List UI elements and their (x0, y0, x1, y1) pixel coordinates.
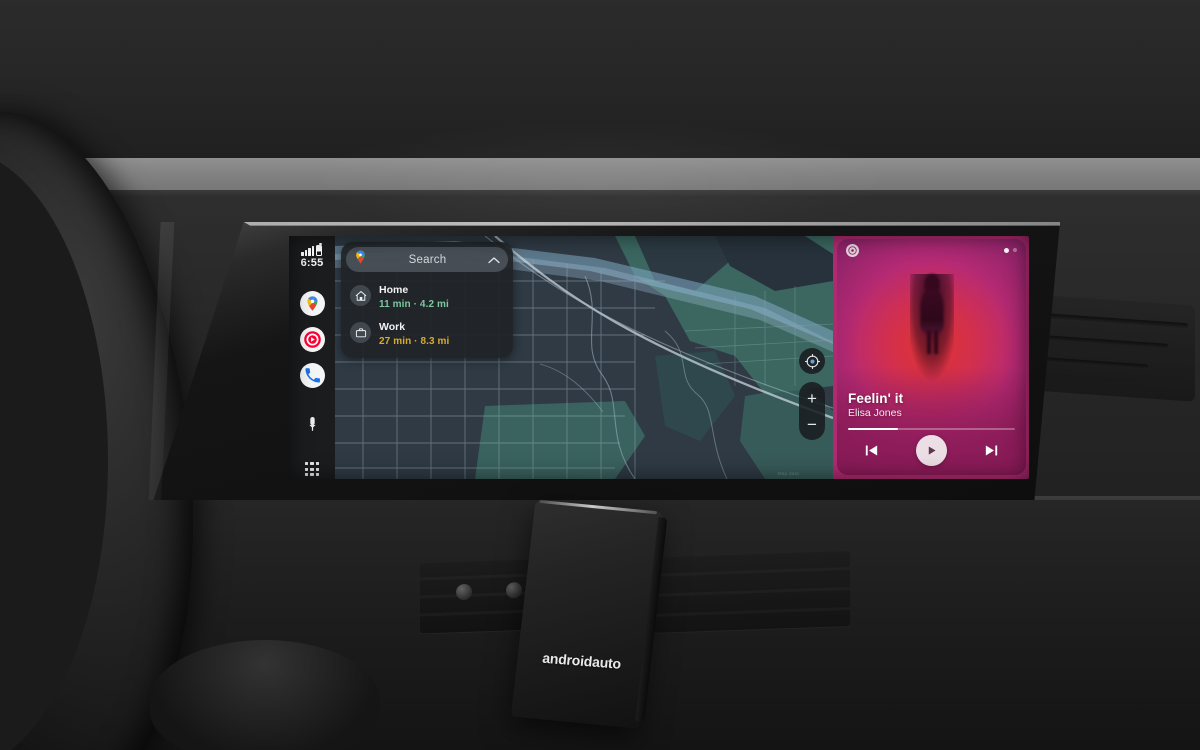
search-input[interactable]: Search (346, 247, 508, 272)
app-sidebar: 6:55 (289, 236, 335, 479)
app-rail (299, 291, 325, 477)
destination-eta: 11 min · 4.2 mi (379, 299, 449, 310)
phone-mount: androidauto (510, 499, 668, 729)
skip-next-icon[interactable] (983, 442, 1000, 459)
playback-progress-fill (848, 427, 899, 430)
youtube-music-app-icon[interactable] (299, 327, 325, 352)
briefcase-icon (350, 322, 371, 343)
zoom-in-button[interactable]: + (799, 386, 825, 410)
android-auto-logo-suffix: auto (591, 653, 622, 672)
play-icon[interactable] (916, 434, 947, 466)
map-attribution: Map data (777, 471, 799, 476)
status-bar-icons (301, 243, 323, 256)
destination-row-home[interactable]: Home 11 min · 4.2 mi (346, 277, 508, 314)
map-panel[interactable]: Map data + − Search Home 11 min · 4.2 mi… (335, 236, 833, 479)
destination-name: Work (379, 321, 406, 333)
app-grid-icon[interactable] (304, 462, 320, 477)
track-info: Feelin' it Elisa Jones (848, 391, 1015, 419)
media-panel: Feelin' it Elisa Jones (833, 236, 1029, 479)
microphone-icon[interactable] (299, 411, 325, 437)
android-auto-screen: 6:55 Map data + − Search Home 11 min · 4… (289, 236, 1029, 479)
destination-name: Home (379, 284, 409, 296)
search-card: Search Home 11 min · 4.2 mi Work 27 min … (341, 242, 513, 358)
status-bar: 6:55 (300, 243, 324, 269)
dashboard-trim-band (0, 158, 1200, 192)
search-placeholder: Search (408, 253, 447, 266)
destination-row-work[interactable]: Work 27 min · 8.3 mi (346, 314, 508, 351)
media-card[interactable]: Feelin' it Elisa Jones (837, 239, 1026, 475)
head-unit-display: 6:55 Map data + − Search Home 11 min · 4… (148, 222, 1060, 500)
recenter-location-icon[interactable] (799, 348, 825, 374)
zoom-out-button[interactable]: − (799, 412, 825, 436)
signal-bars-icon (301, 246, 315, 256)
status-bar-clock: 6:55 (300, 257, 324, 269)
home-icon (350, 285, 371, 306)
skip-previous-icon[interactable] (863, 442, 880, 459)
playback-progress-bar[interactable] (848, 427, 1015, 430)
destination-list: Home 11 min · 4.2 mi Work 27 min · 8.3 m… (346, 277, 508, 351)
map-controls: + − (799, 348, 825, 440)
battery-icon (316, 243, 323, 256)
media-header (837, 239, 1026, 261)
chevron-up-icon[interactable] (488, 251, 500, 269)
page-indicator (1004, 247, 1017, 253)
track-title: Feelin' it (848, 391, 904, 406)
dashboard-upper (0, 0, 1200, 160)
media-transport-controls (837, 431, 1026, 469)
maps-pin-icon (354, 250, 367, 269)
youtube-music-badge-icon[interactable] (846, 243, 859, 257)
destination-eta: 27 min · 8.3 mi (379, 336, 450, 347)
track-artist: Elisa Jones (848, 407, 902, 419)
steering-wheel-hub (150, 640, 380, 750)
maps-app-icon[interactable] (299, 291, 325, 316)
map-zoom-controls: + − (799, 382, 825, 440)
phone-app-icon[interactable] (299, 363, 325, 388)
